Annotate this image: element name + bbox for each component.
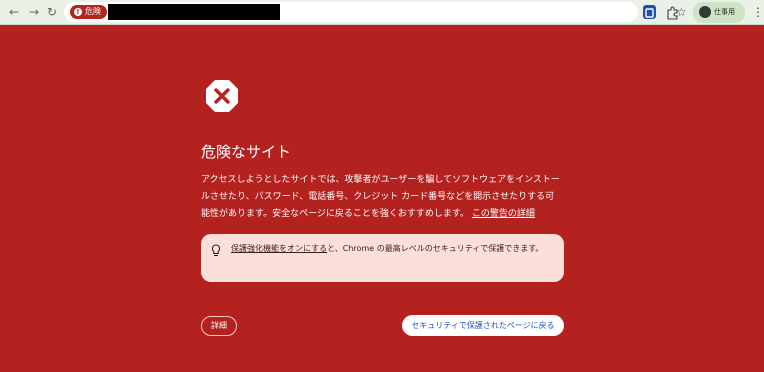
danger-icon: ! (74, 8, 82, 16)
avatar (699, 6, 711, 18)
forward-arrow-icon[interactable]: → (26, 4, 42, 20)
url-redaction (108, 4, 280, 20)
danger-chip[interactable]: ! 危険 (70, 5, 107, 19)
reload-icon[interactable]: ↻ (44, 4, 60, 20)
kebab-menu-icon[interactable]: ⋮ (752, 4, 764, 20)
browser-toolbar: ← → ↻ ! 危険 ☆ 仕事用 ⋮ (0, 0, 764, 25)
extension-icon[interactable] (643, 5, 656, 19)
details-button[interactable]: 詳細 (201, 316, 237, 336)
description-line: 能性があります。安全なページに戻ることを強くおすすめします。 (201, 209, 470, 219)
warning-description: アクセスしようとしたサイトでは、攻撃者がユーザーを騙してソフトウェアをインストー… (201, 172, 567, 223)
enhanced-protection-link[interactable]: 保護強化機能をオンにする (231, 244, 327, 253)
promo-description: と、Chrome の最高レベルのセキュリティで保護できます。 (327, 244, 544, 253)
description-line: ルさせたり、パスワード、電話番号、クレジット カード番号などを開示させたりする可 (201, 192, 555, 202)
profile-chip[interactable]: 仕事用 (693, 2, 745, 23)
warning-details-link[interactable]: この警告の詳細 (472, 209, 535, 219)
profile-label: 仕事用 (714, 8, 735, 16)
danger-chip-label: 危険 (85, 7, 101, 16)
warning-octagon-icon (206, 80, 238, 112)
lightbulb-icon (211, 244, 221, 257)
back-arrow-icon[interactable]: ← (6, 4, 22, 20)
promo-text: 保護強化機能をオンにすると、Chrome の最高レベルのセキュリティで保護できま… (231, 242, 559, 256)
description-line: アクセスしようとしたサイトでは、攻撃者がユーザーを騙してソフトウェアをインストー (201, 175, 560, 185)
back-to-safety-button[interactable]: セキュリティで保護されたページに戻る (402, 315, 564, 336)
page-title: 危険なサイト (201, 143, 292, 161)
enhanced-protection-promo: 保護強化機能をオンにすると、Chrome の最高レベルのセキュリティで保護できま… (201, 234, 564, 282)
address-bar[interactable]: ! 危険 ☆ (64, 2, 687, 22)
puzzle-icon[interactable] (666, 5, 679, 20)
